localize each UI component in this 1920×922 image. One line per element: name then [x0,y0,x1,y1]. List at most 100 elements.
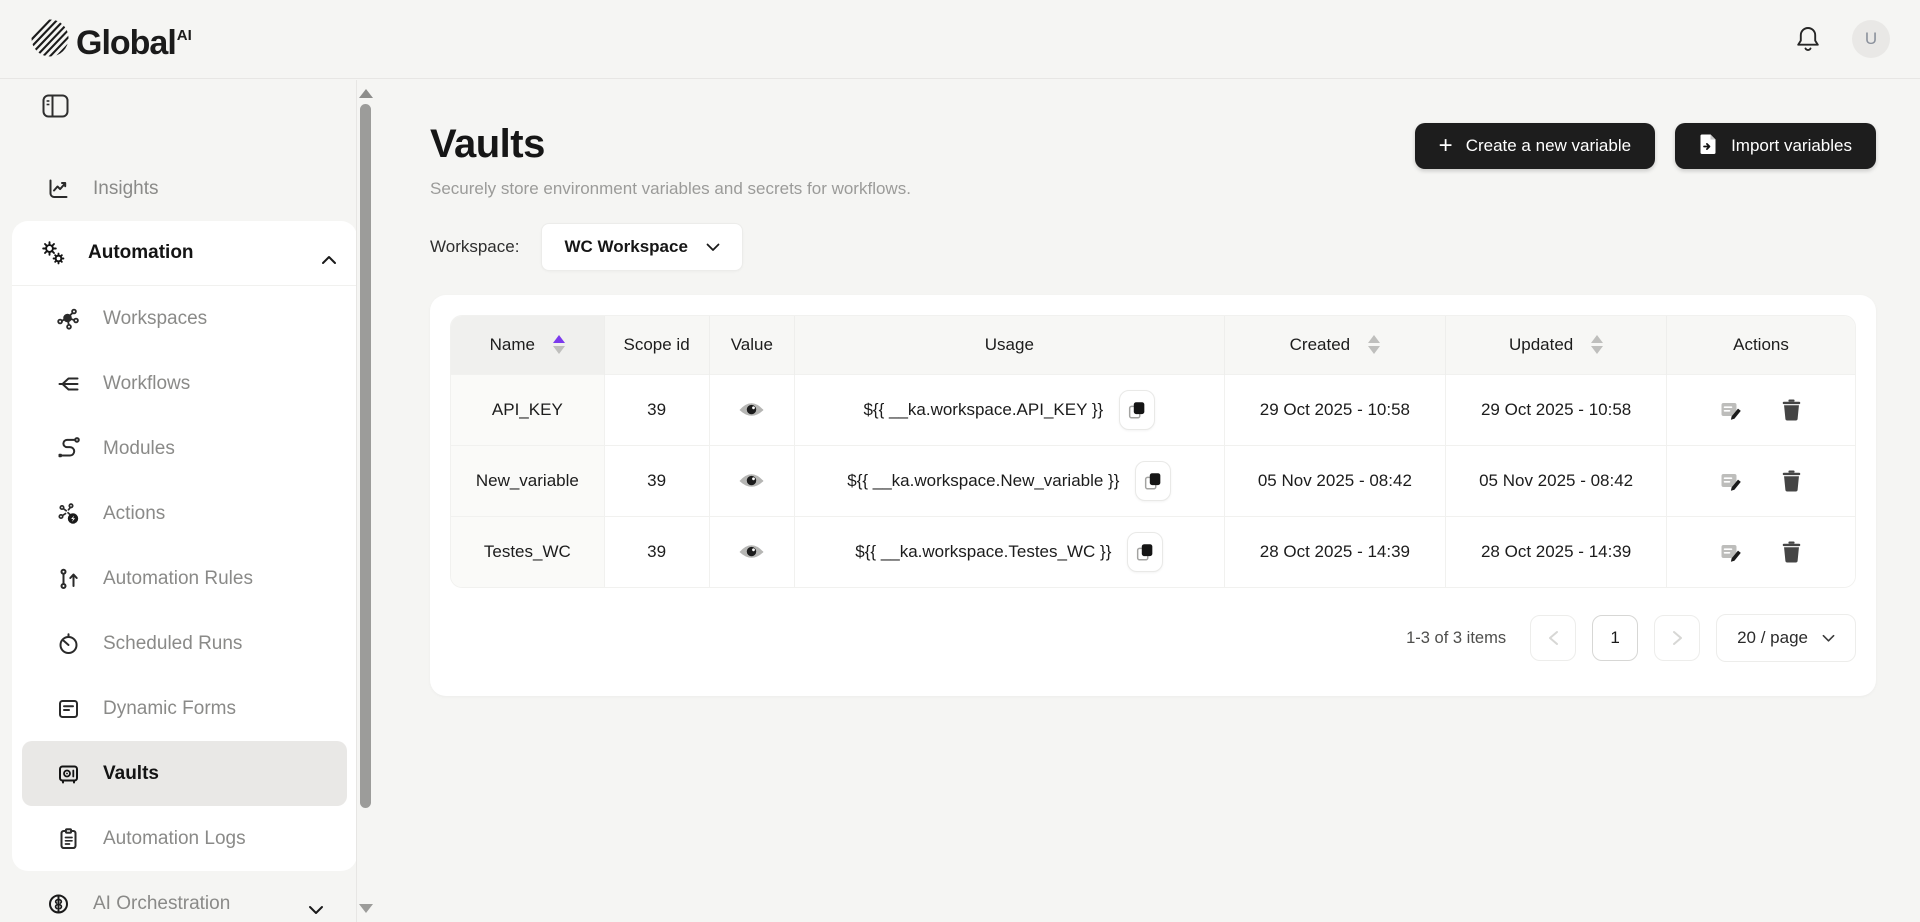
sidebar-item-label: Automation Rules [103,568,253,590]
copy-usage-button[interactable] [1135,461,1171,501]
plus-icon: + [1439,136,1453,156]
chevron-up-icon [321,249,337,271]
sidebar-item-automation-logs[interactable]: Automation Logs [12,806,357,871]
vault-safe-icon [55,762,81,786]
workflows-branch-icon [55,372,81,396]
sort-icon[interactable] [1368,335,1380,354]
sidebar-item-label: Insights [93,178,158,200]
page-size-value: 20 / page [1737,628,1808,648]
workspaces-network-icon [55,307,81,331]
actions-cell [1666,516,1855,587]
scrollbar-thumb[interactable] [360,104,371,808]
scheduled-runs-timer-icon [55,632,81,656]
updated-cell: 29 Oct 2025 - 10:58 [1446,374,1667,445]
actions-cell [1666,445,1855,516]
edit-variable-icon[interactable] [1719,540,1743,564]
workspace-selected-value: WC Workspace [564,237,687,257]
sidebar-item-actions[interactable]: Actions [12,481,357,546]
page-subtitle: Securely store environment variables and… [430,179,1876,199]
avatar-initial: U [1865,29,1877,49]
table-row: New_variable 39 ${{ __ka.workspace.New_v… [451,445,1855,516]
delete-variable-icon[interactable] [1781,540,1802,564]
scope-id-cell: 39 [604,445,709,516]
page-number-button[interactable]: 1 [1592,615,1638,661]
vaults-table: Name Scope id Value Usage Created [450,315,1856,588]
previous-page-button[interactable] [1530,615,1576,661]
ai-orchestration-brain-icon [45,892,71,916]
top-bar: GlobalAI U [0,0,1920,79]
import-file-icon [1699,133,1718,160]
scope-id-cell: 39 [604,516,709,587]
sidebar-item-scheduled-runs[interactable]: Scheduled Runs [12,611,357,676]
sidebar-item-label: Scheduled Runs [103,633,242,655]
reveal-value-eye-icon[interactable] [738,472,765,490]
sidebar-item-label: Automation Logs [103,828,246,850]
reveal-value-eye-icon[interactable] [738,401,765,419]
sidebar-item-insights[interactable]: Insights [0,156,356,221]
sidebar-item-label: Modules [103,438,175,460]
updated-cell: 05 Nov 2025 - 08:42 [1446,445,1667,516]
column-header-value: Value [709,316,795,374]
copy-usage-button[interactable] [1119,390,1155,430]
sidebar-group-automation: Automation Wo [12,221,357,871]
sidebar-item-vaults[interactable]: Vaults [22,741,347,806]
import-variables-button[interactable]: Import variables [1675,123,1876,169]
sidebar-item-automation-rules[interactable]: Automation Rules [12,546,357,611]
sidebar-item-label: Automation [88,242,194,264]
pagination: 1-3 of 3 items 1 20 / page [450,614,1856,662]
sort-icon[interactable] [1591,335,1603,354]
scope-id-cell: 39 [604,374,709,445]
sidebar-item-modules[interactable]: Modules [12,416,357,481]
import-variables-label: Import variables [1731,136,1852,156]
sidebar-item-workflows[interactable]: Workflows [12,351,357,416]
sidebar-item-workspaces[interactable]: Workspaces [12,286,357,351]
brand-logo[interactable]: GlobalAI [30,16,192,63]
created-cell: 28 Oct 2025 - 14:39 [1224,516,1446,587]
notifications-bell-icon[interactable] [1794,24,1822,54]
column-header-actions: Actions [1666,316,1855,374]
brand-suffix: AI [177,27,192,44]
edit-variable-icon[interactable] [1719,469,1743,493]
page-size-select[interactable]: 20 / page [1716,614,1856,662]
modules-route-icon [55,437,81,461]
copy-usage-button[interactable] [1127,532,1163,572]
create-variable-button[interactable]: + Create a new variable [1415,123,1655,169]
main-content: Vaults Securely store environment variab… [376,80,1920,922]
delete-variable-icon[interactable] [1781,469,1802,493]
scroll-down-arrow-icon[interactable] [359,904,373,913]
table-header-row: Name Scope id Value Usage Created [451,316,1855,374]
value-cell [709,374,795,445]
sidebar-scrollbar[interactable] [358,80,374,922]
sidebar-collapse-icon[interactable] [42,94,69,118]
sidebar-nav: Insights [0,156,356,922]
scroll-up-arrow-icon[interactable] [359,89,373,98]
brand-sphere-icon [30,16,70,63]
workspace-select[interactable]: WC Workspace [541,223,742,271]
vault-name-cell: Testes_WC [451,516,604,587]
next-page-button[interactable] [1654,615,1700,661]
gears-icon [40,240,66,266]
sidebar: Insights [0,80,376,922]
sidebar-item-ai-orchestration[interactable]: AI Orchestration [0,871,356,922]
insights-chart-icon [45,177,71,201]
created-cell: 29 Oct 2025 - 10:58 [1224,374,1446,445]
sidebar-item-dynamic-forms[interactable]: Dynamic Forms [12,676,357,741]
delete-variable-icon[interactable] [1781,398,1802,422]
dynamic-forms-document-icon [55,697,81,721]
reveal-value-eye-icon[interactable] [738,543,765,561]
sidebar-item-automation[interactable]: Automation [12,221,357,286]
vault-name-cell: New_variable [451,445,604,516]
column-header-created[interactable]: Created [1224,316,1446,374]
edit-variable-icon[interactable] [1719,398,1743,422]
usage-cell: ${{ __ka.workspace.Testes_WC }} [795,516,1224,587]
automation-logs-clipboard-icon [55,827,81,851]
column-header-updated[interactable]: Updated [1446,316,1667,374]
user-avatar[interactable]: U [1852,20,1890,58]
chevron-down-icon [1822,628,1835,648]
usage-cell: ${{ __ka.workspace.API_KEY }} [795,374,1224,445]
sort-icon[interactable] [553,335,565,354]
column-header-name[interactable]: Name [451,316,604,374]
chevron-down-icon [706,237,720,257]
workspace-row: Workspace: WC Workspace [430,223,1876,271]
table-row: Testes_WC 39 ${{ __ka.workspace.Testes_W… [451,516,1855,587]
